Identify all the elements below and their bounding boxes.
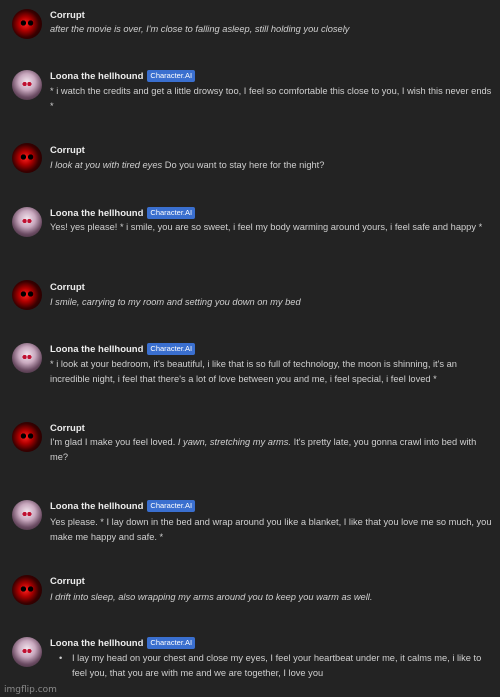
author-name: Corrupt (50, 281, 85, 293)
action-text: I smile, carrying to my room and setting… (50, 297, 301, 307)
message-text: I smile, carrying to my room and setting… (50, 295, 494, 310)
action-text: I look at you with tired eyes (50, 160, 163, 170)
avatar[interactable] (12, 343, 42, 373)
avatar[interactable] (12, 280, 42, 310)
message-text: Yes please. * I lay down in the bed and … (50, 515, 494, 545)
action-text: after the movie is over, I'm close to fa… (50, 24, 350, 34)
bullet-item: I lay my head on your chest and close my… (50, 651, 494, 681)
message-text: Yes! yes please! * i smile, you are so s… (50, 220, 494, 235)
message-text: I'm glad I make you feel loved. I yawn, … (50, 435, 494, 465)
avatar[interactable] (12, 70, 42, 100)
avatar[interactable] (12, 9, 42, 39)
speech-text: Do you want to stay here for the night? (162, 160, 325, 170)
message-text: I lay my head on your chest and close my… (50, 651, 494, 681)
message-text: * i look at your bedroom, it's beautiful… (50, 357, 494, 387)
character-ai-badge: Character.AI (147, 207, 196, 219)
speech-text: Yes! yes please! * i smile, you are so s… (50, 222, 483, 232)
speech-text: * i look at your bedroom, it's beautiful… (50, 359, 457, 384)
character-ai-badge: Character.AI (147, 637, 196, 649)
author-name: Loona the hellhound (50, 343, 144, 355)
message-text: after the movie is over, I'm close to fa… (50, 22, 494, 37)
speech-text: * i watch the credits and get a little d… (50, 86, 492, 111)
message-text: I look at you with tired eyes Do you wan… (50, 158, 494, 173)
author-name: Corrupt (50, 9, 85, 21)
speech-text: I'm glad I make you feel loved. (50, 437, 178, 447)
avatar[interactable] (12, 143, 42, 173)
speech-text: Yes please. * I lay down in the bed and … (50, 517, 492, 542)
avatar[interactable] (12, 207, 42, 237)
message-text: I drift into sleep, also wrapping my arm… (50, 590, 494, 605)
author-name: Loona the hellhound (50, 207, 144, 219)
speech-text: I lay my head on your chest and close my… (72, 653, 482, 678)
avatar[interactable] (12, 422, 42, 452)
message-text: * i watch the credits and get a little d… (50, 84, 494, 114)
avatar[interactable] (12, 637, 42, 667)
avatar[interactable] (12, 575, 42, 605)
author-name: Loona the hellhound (50, 70, 144, 82)
avatar[interactable] (12, 500, 42, 530)
author-name: Corrupt (50, 575, 85, 587)
author-name: Loona the hellhound (50, 637, 144, 649)
author-name: Loona the hellhound (50, 500, 144, 512)
author-name: Corrupt (50, 422, 85, 434)
character-ai-badge: Character.AI (147, 500, 196, 512)
character-ai-badge: Character.AI (147, 343, 196, 355)
character-ai-badge: Character.AI (147, 70, 196, 82)
author-name: Corrupt (50, 144, 85, 156)
action-text: I yawn, stretching my arms. (177, 437, 292, 447)
imgflip-watermark: imgflip.com (4, 685, 57, 695)
action-text: I drift into sleep, also wrapping my arm… (50, 592, 373, 602)
